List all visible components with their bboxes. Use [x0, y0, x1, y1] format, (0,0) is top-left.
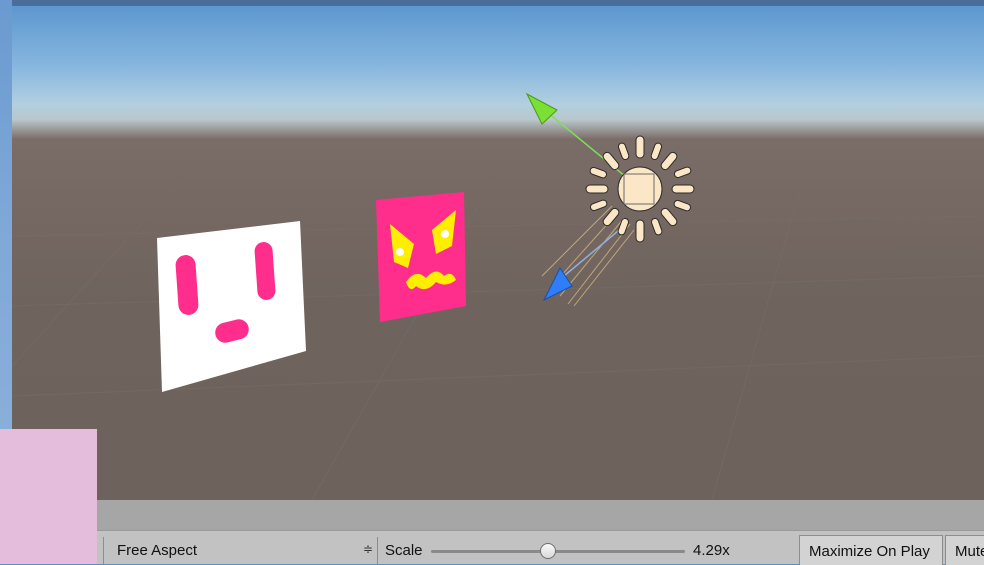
aspect-ratio-label: Free Aspect	[117, 542, 198, 559]
green-arrow-icon[interactable]	[525, 92, 558, 125]
side-panel-block	[0, 429, 97, 564]
aspect-ratio-dropdown[interactable]: Free Aspect ≑	[111, 534, 373, 562]
game-view-toolbar: Free Aspect ≑ Scale 4.29x Maximize On Pl…	[97, 530, 984, 565]
directional-light-sun-icon[interactable]	[585, 135, 695, 243]
scale-label: Scale	[385, 542, 423, 559]
white-face-card[interactable]	[157, 221, 306, 392]
pink-angry-face-card[interactable]	[376, 192, 466, 322]
mute-audio-button[interactable]: Mute Audio	[945, 535, 984, 565]
dropdown-arrows-icon: ≑	[362, 542, 373, 556]
toolbar-divider	[103, 537, 104, 565]
scene-canvas	[12, 92, 984, 500]
game-viewport[interactable]	[12, 6, 984, 500]
scale-value: 4.29x	[693, 542, 730, 559]
scale-slider[interactable]	[431, 550, 685, 553]
ground-grid	[12, 145, 984, 500]
toolbar-divider	[377, 537, 378, 565]
left-eye	[175, 255, 199, 315]
game-view-bottom-bar	[12, 500, 984, 530]
scale-slider-thumb[interactable]	[539, 543, 556, 559]
maximize-on-play-button[interactable]: Maximize On Play	[799, 535, 943, 565]
